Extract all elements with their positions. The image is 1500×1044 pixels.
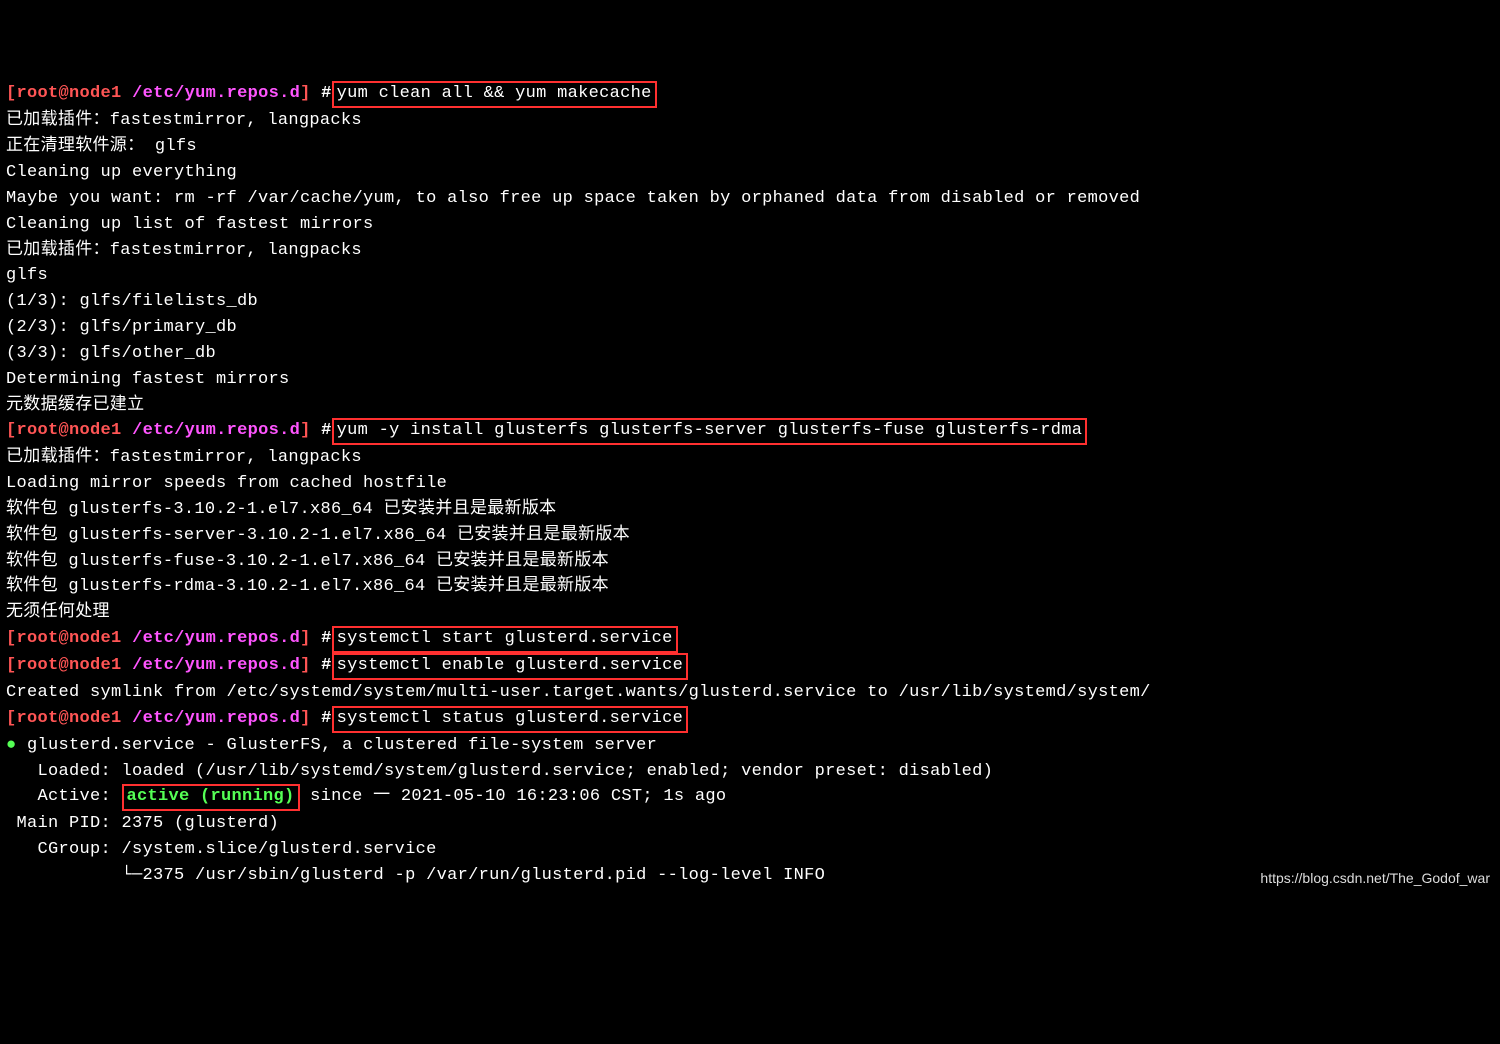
output-line: 无须任何处理 (6, 603, 110, 622)
output-line: Determining fastest mirrors (6, 370, 290, 389)
status-active-line: Active: active (running) since 一 2021-05… (6, 787, 726, 806)
terminal-output[interactable]: [root@node1 /etc/yum.repos.d] #yum clean… (6, 81, 1494, 888)
output-line: 正在清理软件源： glfs (6, 137, 197, 156)
watermark: https://blog.csdn.net/The_Godof_war (1260, 868, 1490, 889)
status-mainpid: Main PID: 2375 (glusterd) (6, 814, 279, 833)
output-line: (1/3): glfs/filelists_db (6, 292, 258, 311)
output-line: (2/3): glfs/primary_db (6, 318, 237, 337)
output-line: Cleaning up everything (6, 163, 237, 182)
cmd-systemctl-enable: systemctl enable glusterd.service (332, 653, 689, 680)
output-line: 元数据缓存已建立 (6, 396, 144, 415)
status-loaded: Loaded: loaded (/usr/lib/systemd/system/… (6, 762, 993, 781)
output-line: (3/3): glfs/other_db (6, 344, 216, 363)
prompt-bracket-close: ] (300, 84, 311, 103)
prompt-line-2: [root@node1 /etc/yum.repos.d] #yum -y in… (6, 421, 1087, 440)
prompt-line-5: [root@node1 /etc/yum.repos.d] #systemctl… (6, 709, 688, 728)
prompt-line-4: [root@node1 /etc/yum.repos.d] #systemctl… (6, 656, 688, 675)
status-bullet-icon: ● (6, 736, 17, 755)
prompt-hash: # (311, 84, 332, 103)
output-line: 已加载插件：fastestmirror, langpacks (6, 448, 362, 467)
output-line: Cleaning up list of fastest mirrors (6, 215, 374, 234)
prompt-bracket-open: [ (6, 84, 17, 103)
output-line: 软件包 glusterfs-server-3.10.2-1.el7.x86_64… (6, 526, 630, 545)
output-line: 软件包 glusterfs-3.10.2-1.el7.x86_64 已安装并且是… (6, 500, 556, 519)
output-line: 软件包 glusterfs-rdma-3.10.2-1.el7.x86_64 已… (6, 577, 609, 596)
status-active-running: active (running) (122, 784, 300, 811)
cmd-yum-clean: yum clean all && yum makecache (332, 81, 657, 108)
output-line: 已加载插件：fastestmirror, langpacks (6, 241, 362, 260)
status-cgroup: CGroup: /system.slice/glusterd.service (6, 840, 437, 859)
prompt-userhost: root@node1 (17, 84, 122, 103)
output-line: 已加载插件：fastestmirror, langpacks (6, 111, 362, 130)
status-cgroup-child: └─2375 /usr/sbin/glusterd -p /var/run/gl… (6, 866, 825, 885)
prompt-line-1: [root@node1 /etc/yum.repos.d] #yum clean… (6, 84, 657, 103)
cmd-systemctl-status: systemctl status glusterd.service (332, 706, 689, 733)
cmd-yum-install: yum -y install glusterfs glusterfs-serve… (332, 418, 1088, 445)
output-line: Maybe you want: rm -rf /var/cache/yum, t… (6, 189, 1140, 208)
output-line: 软件包 glusterfs-fuse-3.10.2-1.el7.x86_64 已… (6, 552, 609, 571)
output-line: Created symlink from /etc/systemd/system… (6, 683, 1151, 702)
cmd-systemctl-start: systemctl start glusterd.service (332, 626, 678, 653)
prompt-path: /etc/yum.repos.d (132, 84, 300, 103)
prompt-line-3: [root@node1 /etc/yum.repos.d] #systemctl… (6, 629, 678, 648)
output-line: Loading mirror speeds from cached hostfi… (6, 474, 447, 493)
status-line: ● glusterd.service - GlusterFS, a cluste… (6, 736, 657, 755)
output-line: glfs (6, 266, 48, 285)
